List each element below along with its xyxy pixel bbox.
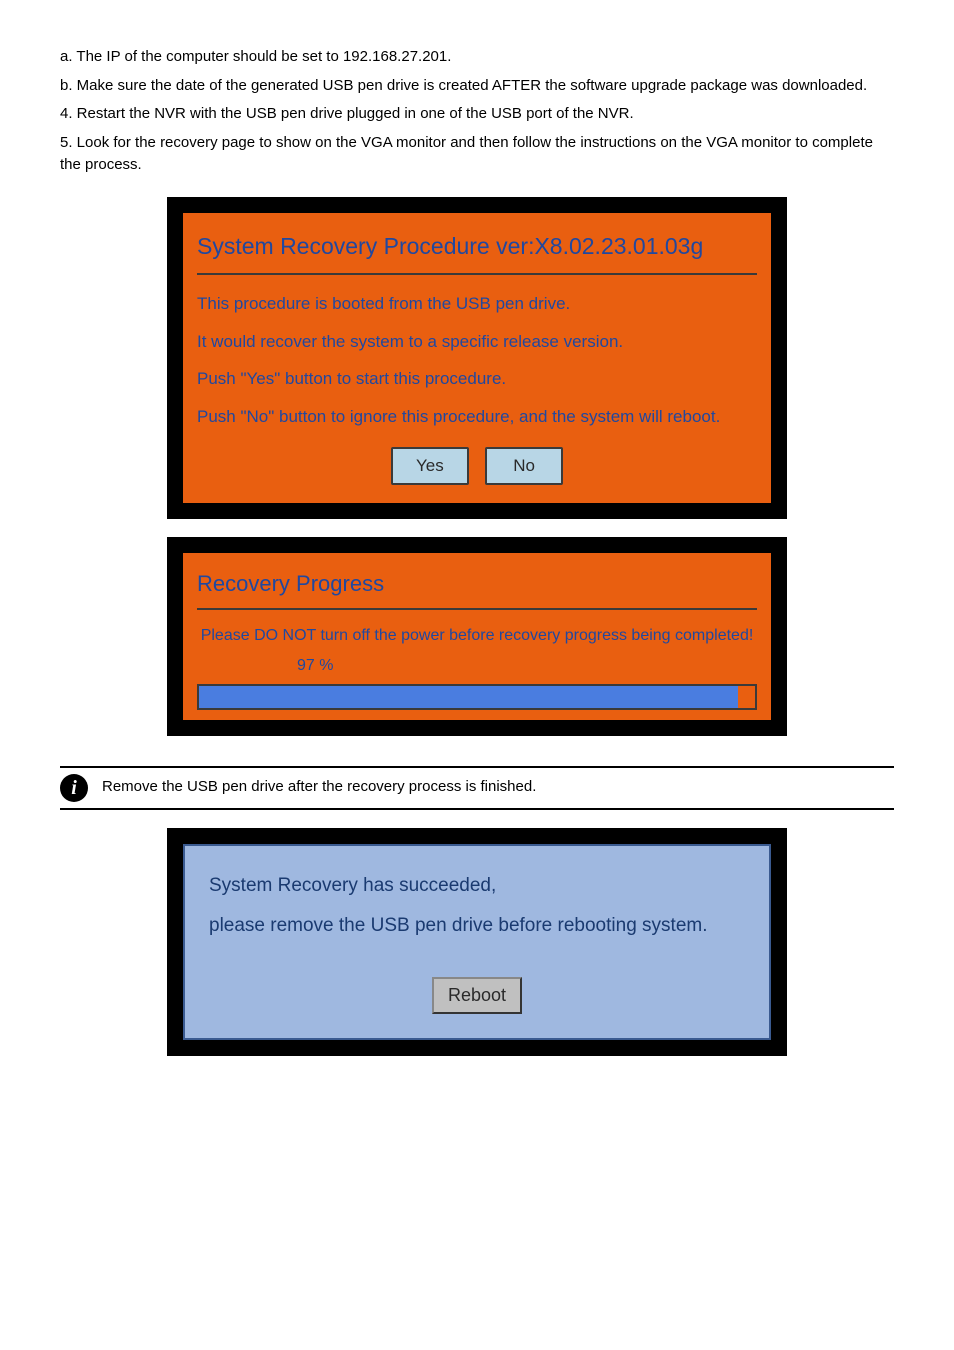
info-icon: i (60, 774, 88, 802)
screenshot-recovery-progress: Recovery Progress Please DO NOT turn off… (167, 537, 787, 736)
success-line-2: please remove the USB pen drive before r… (209, 906, 745, 947)
progress-bar-fill (199, 686, 738, 708)
instruction-block: a. The IP of the computer should be set … (60, 46, 894, 177)
instruction-a: a. The IP of the computer should be set … (60, 46, 894, 69)
instruction-step-5: 5. Look for the recovery page to show on… (60, 132, 894, 177)
instruction-b: b. Make sure the date of the generated U… (60, 75, 894, 98)
instruction-step-4: 4. Restart the NVR with the USB pen driv… (60, 103, 894, 126)
reboot-button[interactable]: Reboot (432, 977, 522, 1014)
progress-message: Please DO NOT turn off the power before … (197, 620, 757, 652)
note-row: i Remove the USB pen drive after the rec… (60, 774, 894, 802)
no-button[interactable]: No (485, 447, 563, 485)
screenshot-recovery-success: System Recovery has succeeded, please re… (167, 828, 787, 1056)
progress-title: Recovery Progress (197, 563, 757, 610)
recovery-title: System Recovery Procedure ver:X8.02.23.0… (197, 223, 757, 276)
success-line-1: System Recovery has succeeded, (209, 866, 745, 907)
progress-bar (197, 684, 757, 710)
divider-bottom (60, 808, 894, 810)
recovery-button-row: Yes No (197, 435, 757, 485)
progress-percent-label: 97 % (297, 652, 757, 684)
yes-button[interactable]: Yes (391, 447, 469, 485)
success-panel: System Recovery has succeeded, please re… (183, 844, 771, 1040)
recovery-line-2: It would recover the system to a specifi… (197, 323, 757, 361)
note-text: Remove the USB pen drive after the recov… (102, 776, 536, 799)
screenshot-recovery-prompt: System Recovery Procedure ver:X8.02.23.0… (167, 197, 787, 519)
recovery-line-4: Push "No" button to ignore this procedur… (197, 398, 757, 436)
reboot-row: Reboot (209, 947, 745, 1014)
recovery-line-3: Push "Yes" button to start this procedur… (197, 360, 757, 398)
recovery-prompt-panel: System Recovery Procedure ver:X8.02.23.0… (183, 213, 771, 503)
divider-top (60, 766, 894, 768)
recovery-line-1: This procedure is booted from the USB pe… (197, 285, 757, 323)
recovery-progress-panel: Recovery Progress Please DO NOT turn off… (183, 553, 771, 720)
